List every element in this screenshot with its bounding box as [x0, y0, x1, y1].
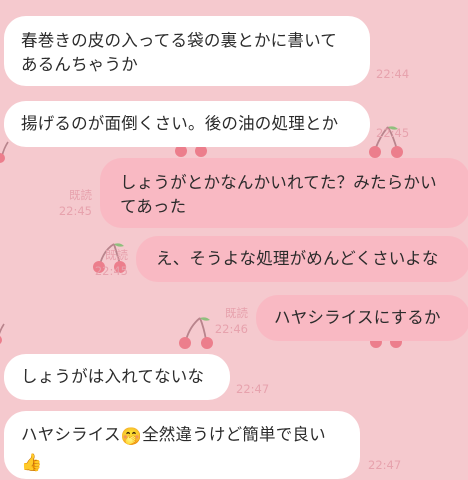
- message-text-line: 揚げるのが面倒くさい。後の油の処理とか: [21, 114, 339, 133]
- message-timestamp: 22:45: [376, 126, 410, 140]
- incoming-message[interactable]: 揚げるのが面倒くさい。後の油の処理とか: [4, 101, 370, 147]
- message-text-line: てあった: [120, 197, 187, 216]
- message-text-line: ハヤシライス🤭全然違うけど簡単で良い: [21, 423, 360, 449]
- message-timestamp: 22:47: [236, 382, 270, 396]
- incoming-message[interactable]: 春巻きの皮の入ってる袋の裏とかに書いて あるんちゃうか: [4, 16, 370, 86]
- outgoing-message[interactable]: え、そうよな処理がめんどくさいよな: [136, 236, 468, 282]
- outgoing-message[interactable]: しょうがとかなんかいれてた？みたらかい てあった: [100, 158, 468, 228]
- read-receipt: 既読: [225, 306, 248, 320]
- message-text-line: しょうがとかなんかいれてた？みたらかい: [120, 173, 437, 192]
- message-timestamp: 22:47: [368, 458, 402, 472]
- message-text-line: 👍: [21, 449, 360, 475]
- incoming-message[interactable]: しょうがは入れてないな: [4, 354, 230, 400]
- incoming-message[interactable]: ハヤシライス🤭全然違うけど簡単で良い 👍: [4, 411, 360, 479]
- thumbs-up-emoji-icon: 👍: [21, 453, 43, 473]
- read-receipt: 既読: [69, 188, 92, 202]
- read-receipt: 既読: [105, 248, 128, 262]
- message-timestamp: 22:44: [376, 67, 410, 81]
- message-text-line: え、そうよな処理がめんどくさいよな: [156, 249, 439, 268]
- message-timestamp: 22:45: [58, 204, 92, 218]
- message-text-line: しょうがは入れてないな: [21, 367, 205, 386]
- cherry-icon: [0, 322, 12, 346]
- hand-over-mouth-emoji-icon: 🤭: [120, 427, 143, 447]
- message-text: 全然違うけど簡単で良い: [142, 425, 326, 444]
- message-text: ハヤシライス: [21, 425, 121, 444]
- message-text-line: ハヤシライスにするか: [274, 308, 441, 327]
- outgoing-message[interactable]: ハヤシライスにするか: [256, 295, 468, 341]
- message-timestamp: 22:45: [94, 264, 128, 278]
- message-timestamp: 22:46: [214, 322, 248, 336]
- chat-view: 春巻きの皮の入ってる袋の裏とかに書いて あるんちゃうか 22:44 揚げるのが面…: [0, 0, 468, 480]
- message-text-line: あるんちゃうか: [21, 55, 138, 74]
- message-text-line: 春巻きの皮の入ってる袋の裏とかに書いて: [21, 31, 337, 50]
